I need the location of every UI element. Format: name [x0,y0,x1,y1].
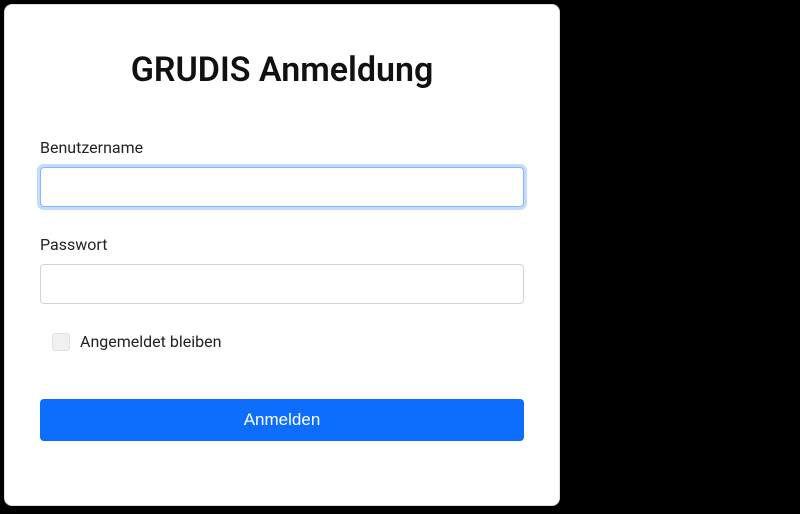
username-group: Benutzername [40,138,524,207]
remember-row: Angemeldet bleiben [40,332,524,351]
login-button[interactable]: Anmelden [40,399,524,441]
password-group: Passwort [40,235,524,304]
login-panel: GRUDIS Anmeldung Benutzername Passwort A… [4,4,560,506]
remember-label[interactable]: Angemeldet bleiben [80,332,221,351]
remember-checkbox[interactable] [52,333,70,351]
username-label: Benutzername [40,138,524,157]
username-input[interactable] [40,167,524,207]
password-label: Passwort [40,235,524,254]
page-title: GRUDIS Anmeldung [40,50,524,90]
password-input[interactable] [40,264,524,304]
